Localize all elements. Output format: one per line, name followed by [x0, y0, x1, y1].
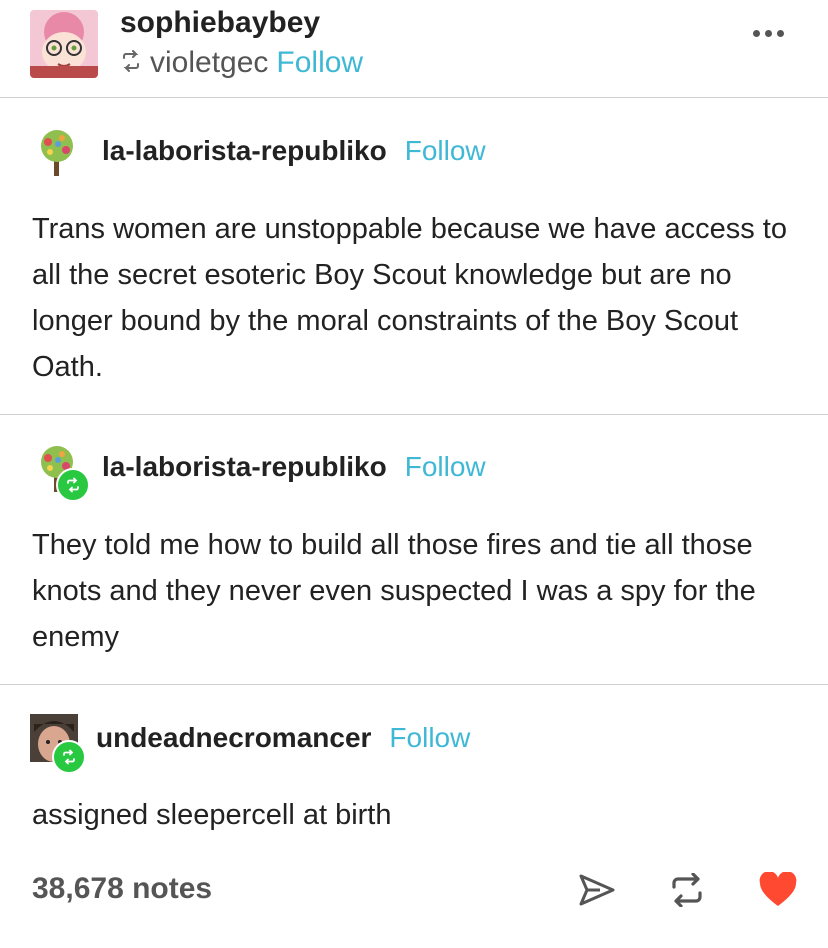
follow-button[interactable]: Follow [405, 451, 486, 483]
notes-count[interactable]: 38,678 notes [32, 872, 212, 906]
username[interactable]: sophiebaybey [120, 6, 320, 40]
reblog-badge-icon [56, 468, 90, 502]
post-header: la-laborista-republiko Follow [30, 444, 486, 502]
blog-name[interactable]: undeadnecromancer [96, 722, 371, 754]
follow-button[interactable]: Follow [389, 722, 470, 754]
post-text: They told me how to build all those fire… [32, 529, 756, 653]
reblogged-from-name[interactable]: violetgec [150, 46, 268, 80]
divider [0, 684, 828, 685]
blog-name[interactable]: la-laborista-republiko [102, 451, 387, 483]
post-text: assigned sleepercell at birth [32, 799, 392, 831]
more-options-icon[interactable] [753, 30, 784, 37]
post-header: undeadnecromancer Follow [30, 714, 470, 774]
share-icon[interactable] [578, 873, 616, 912]
avatar[interactable] [30, 10, 98, 78]
reblog-icon[interactable] [668, 872, 706, 912]
post-header: la-laborista-republiko Follow [30, 128, 486, 176]
blog-avatar[interactable] [30, 444, 90, 502]
divider [0, 414, 828, 415]
post-text: Trans women are unstoppable because we h… [32, 213, 787, 383]
post-actions [578, 871, 798, 913]
follow-button[interactable]: Follow [276, 46, 363, 80]
follow-button[interactable]: Follow [405, 135, 486, 167]
reblog-icon [120, 46, 142, 80]
blog-name[interactable]: la-laborista-republiko [102, 135, 387, 167]
heart-icon[interactable] [758, 871, 798, 913]
blog-avatar[interactable] [30, 128, 84, 176]
reblog-badge-icon [52, 740, 86, 774]
blog-avatar[interactable] [30, 714, 86, 774]
reblog-source: violetgec Follow [120, 46, 363, 80]
divider [0, 97, 828, 98]
